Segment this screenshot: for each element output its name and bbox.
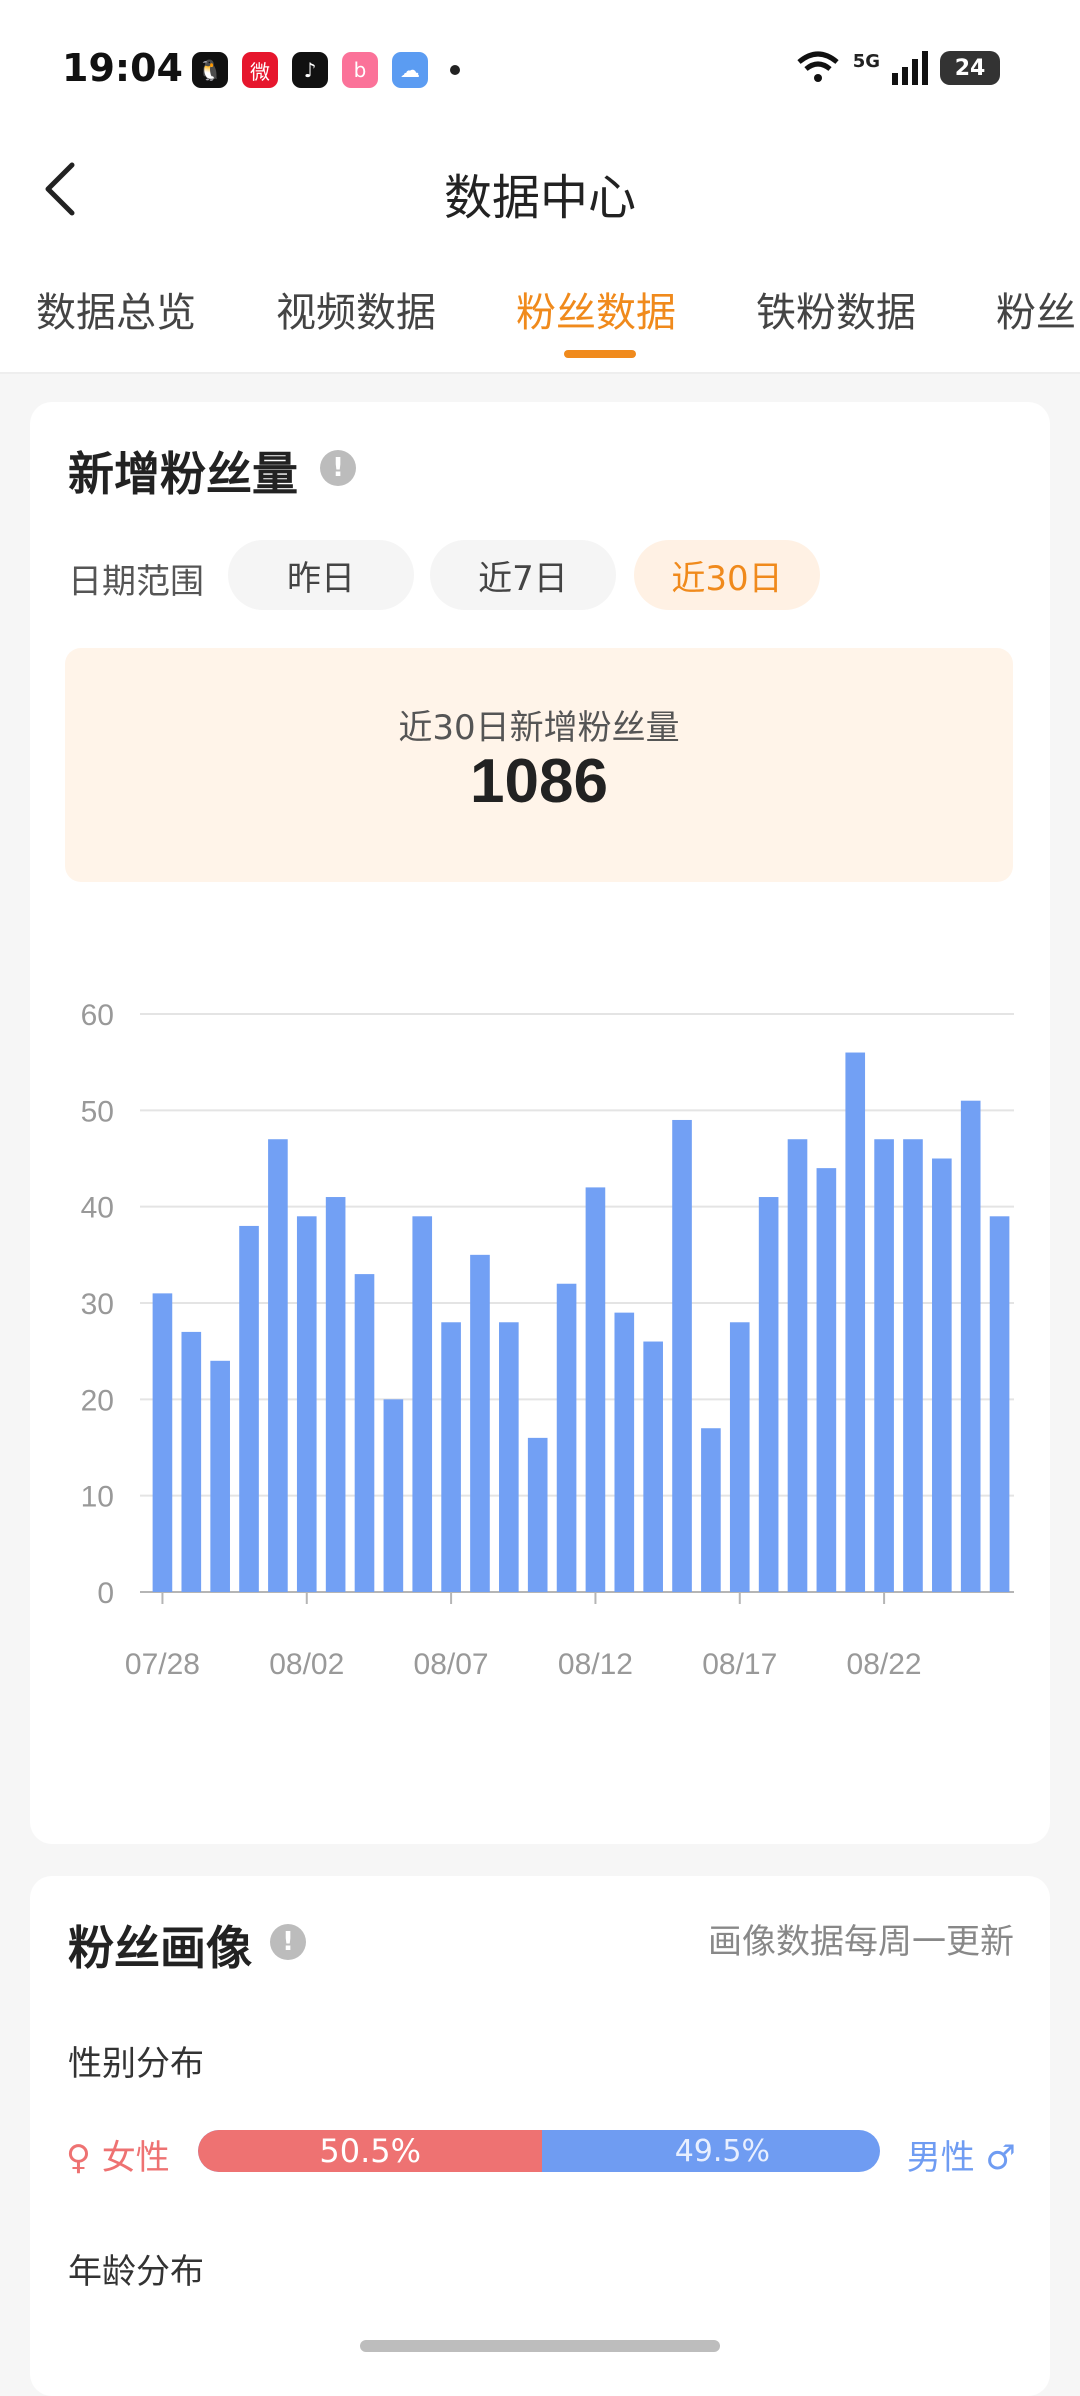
- y-tick-label: 30: [81, 1288, 114, 1321]
- bilibili-icon: b: [342, 52, 378, 88]
- x-tick-label: 08/17: [702, 1648, 777, 1681]
- female-percent: 50.5%: [319, 2132, 422, 2170]
- douyin-icon: ♪: [292, 52, 328, 88]
- new-fans-bar-chart: 0 10 20 30 40 50 60 07/28 08/02 08/07 08/12 08/17 08…: [81, 999, 1014, 1681]
- bar-08-22[interactable]: [874, 1139, 894, 1592]
- bar-07-31[interactable]: [239, 1225, 259, 1592]
- bar-07-30[interactable]: [210, 1360, 230, 1592]
- bar-08-11[interactable]: [556, 1283, 577, 1592]
- tab-fans-data[interactable]: 粉丝数据: [516, 280, 676, 338]
- female-share: 50.5%: [198, 2130, 543, 2172]
- bar-08-04[interactable]: [354, 1274, 375, 1592]
- bar-08-21[interactable]: [845, 1052, 866, 1592]
- y-tick-label: 60: [81, 999, 114, 1032]
- bar-08-12[interactable]: [585, 1187, 606, 1592]
- home-indicator[interactable]: [360, 2340, 720, 2352]
- bar-08-19[interactable]: [787, 1139, 808, 1592]
- gender-bar: 50.5% 49.5%: [198, 2130, 880, 2172]
- new-fans-card: 新增粉丝量 ! 日期范围 昨日 近7日 近30日 近30日新增粉丝量 1086 …: [30, 402, 1050, 1844]
- y-tick-label: 40: [81, 1192, 114, 1225]
- nav-bar: 数据中心: [0, 140, 1080, 240]
- tab-video-data[interactable]: 视频数据: [276, 280, 436, 338]
- wifi-icon: [797, 51, 839, 82]
- x-tick-label: 08/12: [558, 1648, 633, 1681]
- range-30days-button[interactable]: 近30日: [634, 540, 820, 610]
- y-tick-label: 50: [81, 1095, 114, 1128]
- y-tick-label: 20: [81, 1384, 114, 1417]
- bar-07-29[interactable]: [181, 1331, 202, 1592]
- y-tick-label: 0: [97, 1577, 114, 1610]
- weibo-icon: 微: [242, 52, 278, 88]
- more-notifications-dot: [450, 65, 460, 75]
- y-tick-label: 10: [81, 1481, 114, 1514]
- male-label: 男性 ♂: [906, 2138, 1016, 2178]
- x-tick-label: 08/02: [269, 1648, 344, 1681]
- bar-08-09[interactable]: [499, 1322, 519, 1592]
- fan-profile-card: 粉丝画像 ! 画像数据每周一更新 性别分布 ♀ 女性 50.5% 49.5% 男…: [30, 1876, 1050, 2396]
- signal-icon: [892, 51, 928, 85]
- update-note: 画像数据每周一更新: [708, 1922, 1014, 1962]
- bar-08-08[interactable]: [470, 1254, 490, 1592]
- bar-08-05[interactable]: [383, 1399, 404, 1592]
- status-bar: 19:04 🐧 微 ♪ b ☁ 5G 24: [0, 0, 1080, 140]
- bar-08-13[interactable]: [614, 1312, 635, 1592]
- gender-distribution: ♀ 女性 50.5% 49.5% 男性 ♂: [66, 2126, 1016, 2178]
- battery-icon: 24: [940, 51, 1000, 85]
- system-indicators: 5G 24: [795, 50, 1000, 86]
- bar-07-28[interactable]: [152, 1293, 173, 1592]
- bar-08-10[interactable]: [527, 1437, 548, 1592]
- active-tab-indicator: [564, 350, 636, 358]
- summary-value: 1086: [470, 747, 608, 816]
- x-tick-label: 08/22: [847, 1648, 922, 1681]
- bar-08-17[interactable]: [729, 1322, 750, 1592]
- bar-08-16[interactable]: [701, 1428, 721, 1592]
- page-title: 数据中心: [443, 170, 636, 226]
- bar-08-02[interactable]: [296, 1216, 317, 1592]
- summary-box: 近30日新增粉丝量 1086: [65, 648, 1013, 882]
- bar-08-20[interactable]: [816, 1168, 837, 1592]
- weather-icon: ☁: [392, 52, 428, 88]
- section-title-new-fans: 新增粉丝量: [68, 447, 298, 501]
- male-percent: 49.5%: [674, 2134, 770, 2169]
- bar-08-14[interactable]: [643, 1341, 663, 1592]
- bar-08-03[interactable]: [325, 1197, 346, 1592]
- gender-distribution-label: 性别分布: [68, 2044, 204, 2084]
- bar-08-01[interactable]: [268, 1139, 288, 1592]
- x-tick-label: 07/28: [125, 1648, 200, 1681]
- range-yesterday-button[interactable]: 昨日: [228, 540, 414, 610]
- date-range-label: 日期范围: [68, 562, 204, 602]
- bar-08-26[interactable]: [989, 1216, 1010, 1592]
- female-label: ♀ 女性: [66, 2138, 170, 2178]
- battery-level: 24: [954, 55, 986, 81]
- tab-iron-fans-data[interactable]: 铁粉数据: [756, 280, 916, 338]
- bar-08-07[interactable]: [441, 1322, 461, 1592]
- info-icon[interactable]: !: [270, 1924, 306, 1960]
- section-title-fan-profile: 粉丝画像: [68, 1921, 252, 1975]
- info-icon[interactable]: !: [320, 450, 356, 486]
- qq-icon: 🐧: [192, 52, 228, 88]
- bar-08-18[interactable]: [758, 1197, 779, 1592]
- bar-08-24[interactable]: [932, 1158, 952, 1593]
- x-tick-label: 08/07: [414, 1648, 489, 1681]
- network-type: 5G: [852, 50, 880, 72]
- range-7days-button[interactable]: 近7日: [430, 540, 616, 610]
- bar-08-06[interactable]: [412, 1216, 433, 1592]
- tab-fans-more[interactable]: 粉丝: [996, 280, 1076, 338]
- bar-08-25[interactable]: [960, 1100, 981, 1592]
- summary-label: 近30日新增粉丝量: [398, 708, 680, 748]
- bar-08-23[interactable]: [903, 1139, 923, 1592]
- bar-08-15[interactable]: [672, 1119, 692, 1592]
- tab-bar: 数据总览 视频数据 粉丝数据 铁粉数据 粉丝: [0, 240, 1080, 374]
- age-distribution-label: 年龄分布: [68, 2252, 204, 2292]
- notification-icons: 🐧 微 ♪ b ☁: [192, 52, 460, 88]
- tab-overview[interactable]: 数据总览: [36, 280, 196, 338]
- status-time: 19:04: [62, 46, 183, 90]
